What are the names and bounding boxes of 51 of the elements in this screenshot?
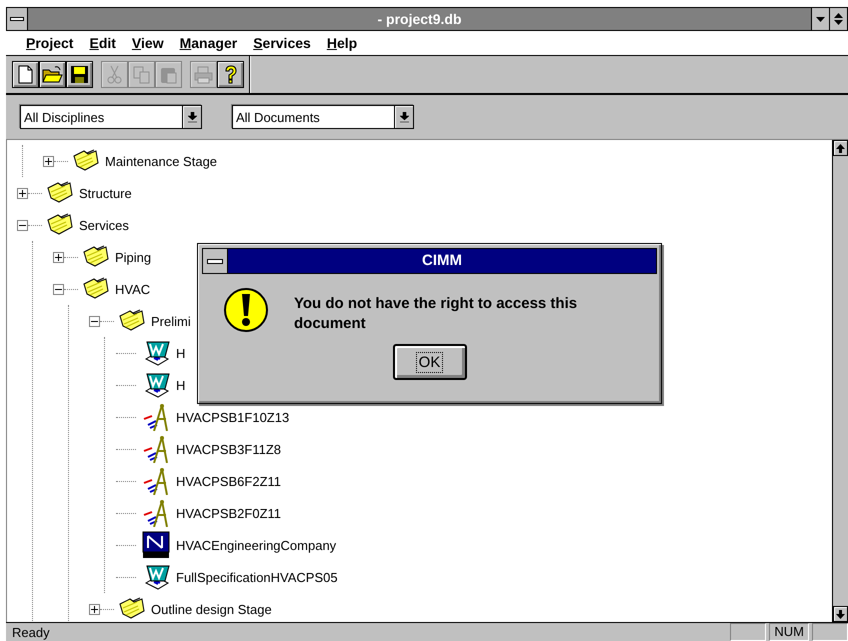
menu-item[interactable]: Help xyxy=(318,35,366,51)
scrollbar[interactable] xyxy=(832,140,848,622)
tree-item[interactable]: HVACEngineeringCompany xyxy=(176,538,336,552)
tree-item[interactable]: Piping xyxy=(115,250,152,264)
drafting-compass-icon xyxy=(142,499,170,527)
tree-item[interactable]: HVAC xyxy=(115,282,150,296)
menu-item[interactable]: Manager xyxy=(172,35,246,51)
tree-item[interactable]: Services xyxy=(79,218,129,232)
down-arrow-icon xyxy=(188,112,196,122)
menu-item[interactable]: View xyxy=(124,35,172,51)
bar-icon xyxy=(10,17,24,21)
tree-item[interactable]: H xyxy=(176,378,186,392)
down-triangle-icon xyxy=(816,16,825,22)
tree-item[interactable]: HVACPSB1F10Z13 xyxy=(176,410,290,424)
tree-item[interactable]: Outline design Stage xyxy=(151,602,272,616)
bar-icon xyxy=(207,258,223,264)
up-arrow-icon xyxy=(836,144,845,152)
down-arrow-icon xyxy=(836,610,845,618)
tree-item[interactable]: HVACPSB3F11Z8 xyxy=(176,442,282,456)
tree-item[interactable]: H xyxy=(176,346,186,360)
window-title: - project9.db xyxy=(376,11,462,27)
menu-item[interactable]: Project xyxy=(18,35,82,51)
drafting-compass-icon xyxy=(142,467,170,495)
web-document-icon xyxy=(142,531,170,559)
tree-item[interactable]: FullSpecificationHVACPS05 xyxy=(176,570,338,584)
down-arrow-icon xyxy=(400,112,408,122)
dropdown[interactable]: All Disciplines xyxy=(20,105,202,129)
status-text: Ready xyxy=(11,624,51,640)
open-button[interactable] xyxy=(39,61,66,88)
up-down-triangle-icon xyxy=(834,13,843,25)
ok-button[interactable]: OK xyxy=(392,344,466,380)
drafting-compass-icon xyxy=(142,403,170,431)
tree-item[interactable]: Prelimi xyxy=(151,314,191,328)
minimize-button[interactable] xyxy=(811,8,829,30)
drafting-compass-icon xyxy=(142,435,170,463)
save-button[interactable] xyxy=(66,61,93,88)
status-panel: NUM xyxy=(769,623,809,641)
menu-item[interactable]: Services xyxy=(245,35,319,51)
dropdown[interactable]: All Documents xyxy=(232,105,414,129)
dialog-title: CIMM xyxy=(228,249,656,273)
new-button[interactable] xyxy=(12,61,39,88)
tree-item[interactable]: HVACPSB2F0Z11 xyxy=(176,506,282,520)
menu-item[interactable]: Edit xyxy=(81,35,124,51)
system-menu-button[interactable] xyxy=(7,8,28,30)
exclamation-icon xyxy=(224,288,268,332)
restore-button[interactable] xyxy=(829,8,847,30)
dialog-message: You do not have the right to access this document xyxy=(294,294,578,334)
tree-item[interactable]: HVACPSB6F2Z11 xyxy=(176,474,282,488)
tree-item[interactable]: Structure xyxy=(79,186,132,200)
help-button[interactable] xyxy=(217,61,244,88)
tree-item[interactable]: Maintenance Stage xyxy=(105,154,218,168)
